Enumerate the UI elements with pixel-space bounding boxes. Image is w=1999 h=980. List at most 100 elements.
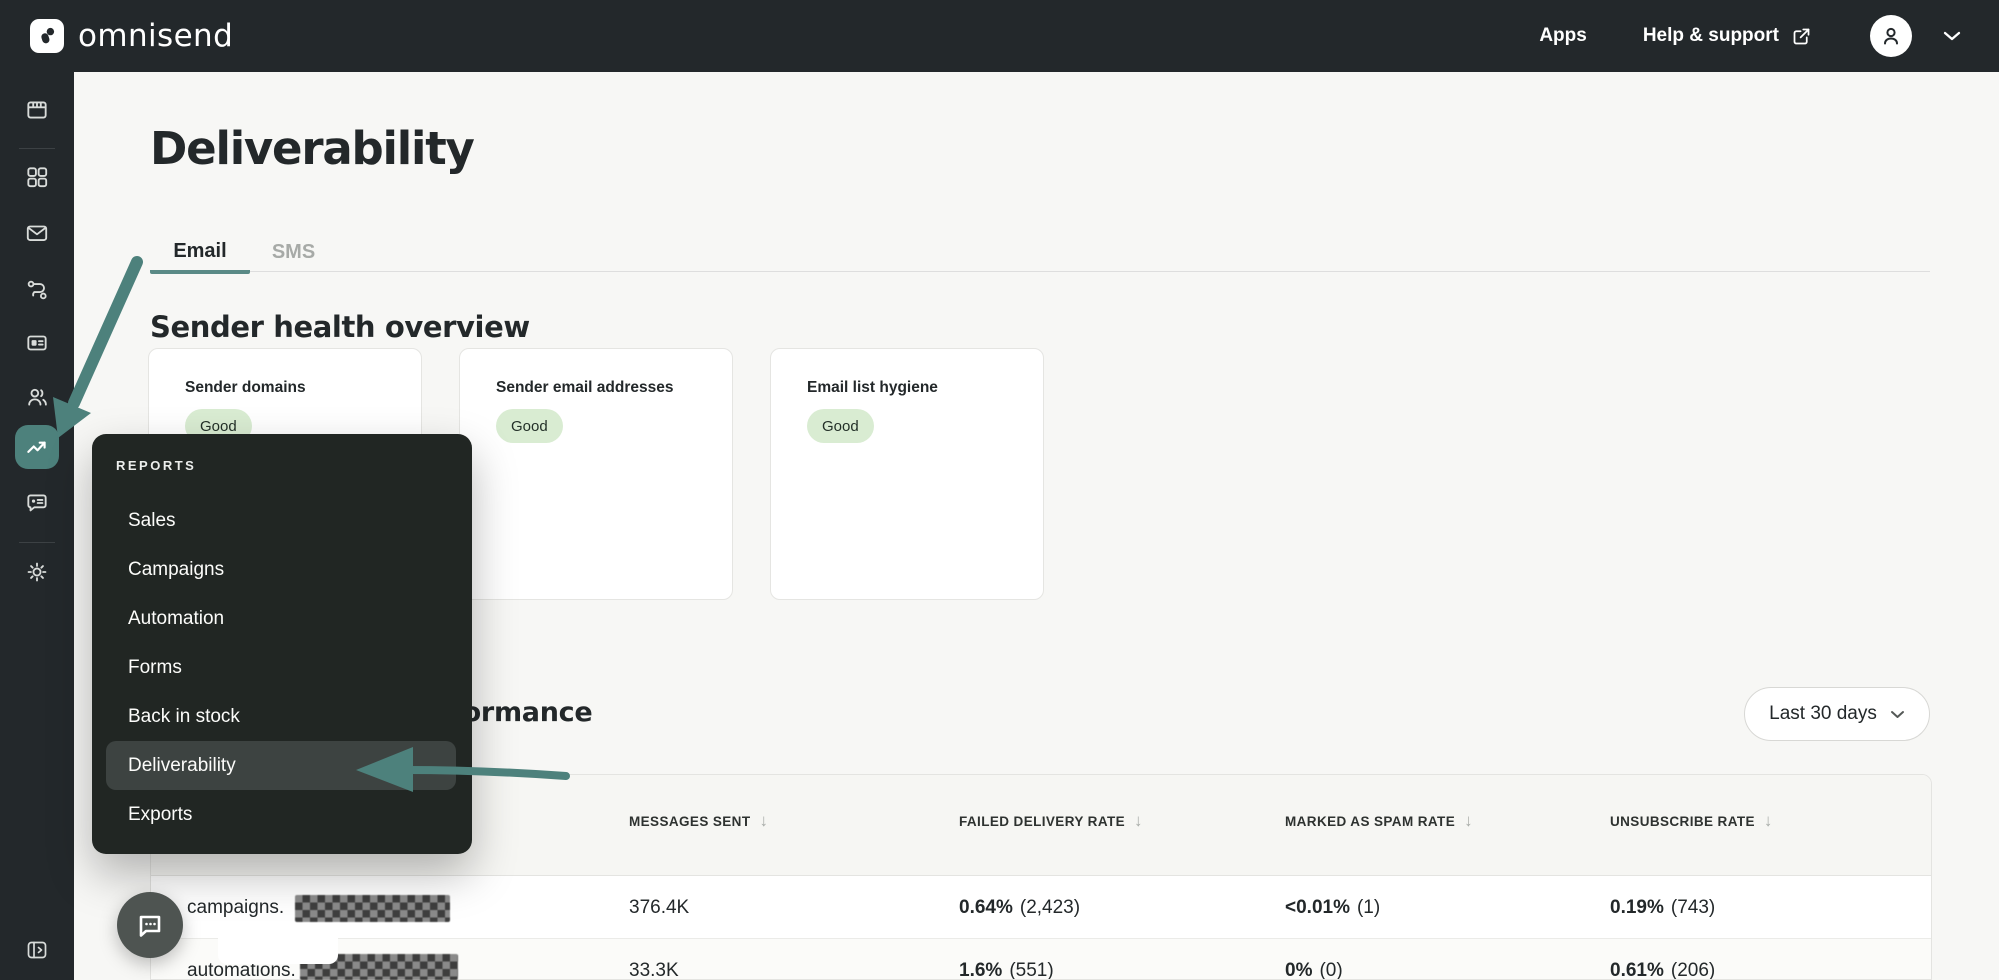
menu-item-label: Automation <box>128 607 225 629</box>
dashboard-grid-icon <box>27 167 48 188</box>
omnisend-logo[interactable]: omnisend <box>30 0 233 72</box>
chat-widget-button[interactable] <box>117 892 183 958</box>
tab-sms-label: SMS <box>271 240 316 263</box>
page-title: Deliverability <box>150 122 475 175</box>
menu-item-deliverability[interactable]: Deliverability <box>106 741 456 790</box>
column-header-failed-delivery-rate[interactable]: FAILED DELIVERY RATE ↓ <box>959 811 1143 831</box>
sidebar-divider <box>19 148 55 149</box>
sender-health-heading: Sender health overview <box>150 310 530 344</box>
messages-sent-cell: 33.3K <box>629 959 679 980</box>
tab-bar: Email SMS <box>150 232 1930 274</box>
sidebar-item-automation[interactable] <box>17 270 57 310</box>
omnisend-app: omnisend Apps Help & support Deliverabil… <box>0 0 1999 980</box>
sidebar-item-dashboard[interactable] <box>17 157 57 197</box>
card-title: Sender domains <box>185 379 306 396</box>
help-support-link[interactable]: Help & support <box>1643 25 1812 47</box>
menu-item-label: Back in stock <box>128 705 240 727</box>
menu-item-back-in-stock[interactable]: Back in stock <box>106 692 456 741</box>
rate-count: (743) <box>1670 896 1716 918</box>
tab-email[interactable]: Email <box>150 232 250 274</box>
rate-count: (0) <box>1319 959 1343 980</box>
audience-icon <box>28 388 47 406</box>
date-range-value: Last 30 days <box>1769 703 1877 724</box>
column-label: MESSAGES SENT <box>629 813 751 829</box>
sidebar-item-forms[interactable] <box>17 323 57 363</box>
gear-icon <box>27 562 47 582</box>
account-avatar-button[interactable] <box>1870 15 1912 57</box>
column-header-unsubscribe-rate[interactable]: UNSUBSCRIBE RATE ↓ <box>1610 811 1773 831</box>
apps-label: Apps <box>1539 25 1587 46</box>
top-bar: omnisend Apps Help & support <box>0 0 1999 72</box>
store-icon <box>27 101 47 119</box>
account-menu-chevron[interactable] <box>1942 30 1962 42</box>
unsubscribe-rate-cell: 0.61% (206) <box>1610 939 1715 980</box>
sidebar-item-store[interactable] <box>17 90 57 130</box>
help-support-label: Help & support <box>1642 25 1779 46</box>
card-title: Email list hygiene <box>807 379 938 396</box>
spam-rate-cell: 0% (0) <box>1285 939 1343 980</box>
collapse-sidebar-button[interactable] <box>17 930 57 970</box>
rate-count: (206) <box>1670 959 1716 980</box>
tab-sms[interactable]: SMS <box>250 232 337 272</box>
reports-trend-icon <box>27 441 46 453</box>
rate-value: 1.6% <box>959 959 1003 980</box>
rate-value: 0% <box>1285 959 1313 980</box>
rate-count: (2,423) <box>1019 896 1081 918</box>
user-icon <box>1884 27 1898 45</box>
collapse-panel-icon <box>27 941 47 959</box>
reviews-icon <box>27 494 47 512</box>
redacted-domain-name <box>295 895 450 922</box>
sort-arrow-icon: ↓ <box>759 811 769 830</box>
sidebar-nav <box>0 72 74 980</box>
column-header-marked-as-spam-rate[interactable]: MARKED AS SPAM RATE ↓ <box>1285 811 1473 831</box>
forms-icon <box>27 335 47 351</box>
menu-item-automation[interactable]: Automation <box>106 594 456 643</box>
menu-item-label: Sales <box>128 509 176 531</box>
brand-wordmark: omnisend <box>78 18 234 54</box>
status-badge: Good <box>496 409 563 443</box>
status-badge: Good <box>807 409 874 443</box>
redaction-blob <box>218 926 338 964</box>
sidebar-divider <box>19 542 55 543</box>
date-range-dropdown[interactable]: Last 30 days <box>1744 687 1930 741</box>
sort-arrow-icon: ↓ <box>1134 811 1143 830</box>
external-link-icon <box>1793 28 1810 44</box>
reports-menu-heading: REPORTS <box>116 458 197 473</box>
menu-item-campaigns[interactable]: Campaigns <box>106 545 456 594</box>
card-email-list-hygiene: Email list hygiene Good <box>770 348 1044 600</box>
column-label: MARKED AS SPAM RATE <box>1285 813 1456 829</box>
apps-link[interactable]: Apps <box>1539 25 1587 47</box>
column-header-messages-sent[interactable]: MESSAGES SENT ↓ <box>629 811 768 831</box>
chat-bubble-icon <box>139 915 161 937</box>
sidebar-item-settings[interactable] <box>17 552 57 592</box>
failed-delivery-cell: 1.6% (551) <box>959 939 1054 980</box>
email-icon <box>26 225 48 241</box>
chevron-down-icon <box>1943 31 1961 41</box>
menu-item-sales[interactable]: Sales <box>106 496 456 545</box>
sidebar-item-audience[interactable] <box>17 377 57 417</box>
omnisend-logo-icon <box>30 19 64 53</box>
spam-rate-cell: <0.01% (1) <box>1285 876 1380 939</box>
menu-item-label: Exports <box>128 803 193 825</box>
menu-item-label: Forms <box>128 656 182 678</box>
column-label: FAILED DELIVERY RATE <box>959 813 1126 829</box>
rate-count: (1) <box>1356 896 1381 918</box>
sidebar-item-reports[interactable] <box>15 425 59 469</box>
menu-item-label: Campaigns <box>128 558 225 580</box>
rate-value: <0.01% <box>1285 896 1350 918</box>
card-title: Sender email addresses <box>496 379 674 396</box>
topbar-right: Apps Help & support <box>1539 0 1962 72</box>
reports-popup-menu: REPORTS Sales Campaigns Automation Forms… <box>92 434 472 854</box>
failed-delivery-cell: 0.64% (2,423) <box>959 876 1080 939</box>
column-label: UNSUBSCRIBE RATE <box>1610 813 1755 829</box>
sidebar-item-reviews[interactable] <box>17 483 57 523</box>
tab-email-label: Email <box>173 239 227 262</box>
sidebar-item-campaigns[interactable] <box>17 213 57 253</box>
menu-item-exports[interactable]: Exports <box>106 790 456 839</box>
sort-arrow-icon: ↓ <box>1763 811 1773 830</box>
unsubscribe-rate-cell: 0.19% (743) <box>1610 876 1715 939</box>
menu-item-label: Deliverability <box>128 754 236 776</box>
menu-item-forms[interactable]: Forms <box>106 643 456 692</box>
automation-icon <box>27 280 47 300</box>
rate-count: (551) <box>1009 959 1054 980</box>
